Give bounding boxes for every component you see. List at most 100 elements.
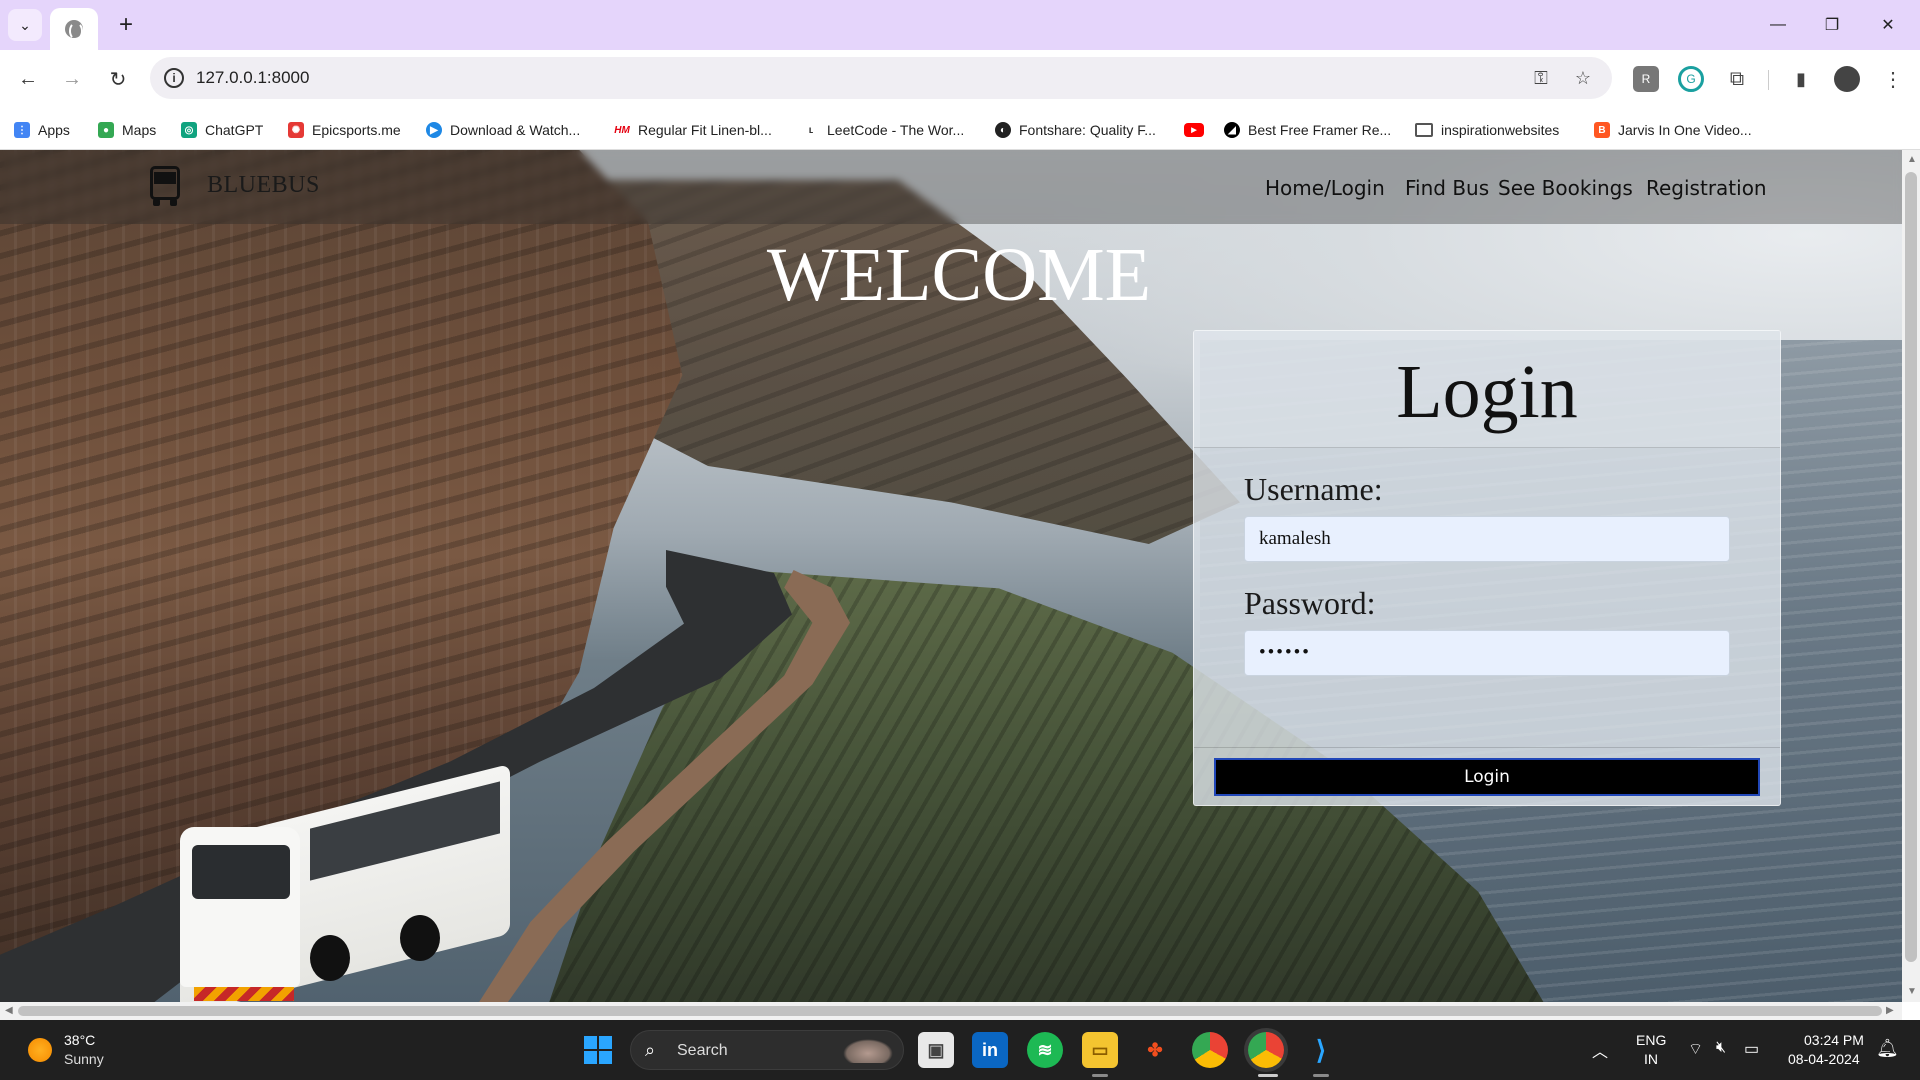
background-bus xyxy=(180,763,520,1002)
bookmark-apps[interactable]: ⋮ Apps xyxy=(14,119,70,141)
task-view-icon[interactable]: ▣ xyxy=(918,1032,954,1068)
horizontal-scroll-thumb[interactable] xyxy=(18,1006,1882,1016)
sun-weather-icon[interactable] xyxy=(28,1038,52,1062)
nav-find-bus[interactable]: Find Bus xyxy=(1405,176,1489,200)
vertical-scrollbar[interactable]: ▲ ▼ xyxy=(1902,150,1920,1002)
speaker-muted-icon[interactable]: 🔇︎ xyxy=(1716,1039,1726,1057)
bookmark-label: Regular Fit Linen-bl... xyxy=(638,122,772,138)
scroll-right-icon[interactable]: ▶ xyxy=(1886,1005,1894,1016)
bookmark-folder-inspiration[interactable]: inspirationwebsites xyxy=(1415,119,1559,141)
bookmark-epicsports[interactable]: ✺ Epicsports.me xyxy=(288,119,401,141)
folder-icon xyxy=(1415,123,1433,137)
page-viewport: BLUEBUS Home/Login Find Bus See Bookings… xyxy=(0,150,1902,1002)
search-highlight-image xyxy=(843,1039,893,1063)
bookmark-label: Best Free Framer Re... xyxy=(1248,122,1392,138)
bookmark-hm[interactable]: HM Regular Fit Linen-bl... xyxy=(614,119,772,141)
address-bar[interactable]: i 127.0.0.1:8000 ⚿ ☆ xyxy=(150,57,1612,99)
apps-grid-icon: ⋮ xyxy=(14,122,30,138)
login-title: Login xyxy=(1396,350,1578,434)
windows-taskbar: 38°C Sunny ⌕ Search ▣ in ≋ ▭ ✤ ⟩ ︿ ENG I… xyxy=(0,1020,1920,1080)
language-top[interactable]: ENG xyxy=(1636,1032,1666,1048)
clock-time[interactable]: 03:24 PM xyxy=(1804,1032,1864,1048)
bookmark-label: Apps xyxy=(38,122,70,138)
linkedin-icon[interactable]: in xyxy=(972,1032,1008,1068)
minimize-icon[interactable]: — xyxy=(1756,8,1800,42)
file-explorer-icon[interactable]: ▭ xyxy=(1082,1032,1118,1068)
running-indicator xyxy=(1313,1074,1329,1077)
password-label: Password: xyxy=(1244,585,1376,621)
address-url[interactable]: 127.0.0.1:8000 xyxy=(196,68,309,88)
vertical-scroll-thumb[interactable] xyxy=(1905,172,1917,962)
login-button[interactable]: Login xyxy=(1214,758,1760,796)
bookmark-chatgpt[interactable]: ◎ ChatGPT xyxy=(181,119,263,141)
figma-icon[interactable]: ✤ xyxy=(1137,1032,1173,1068)
weather-temperature[interactable]: 38°C xyxy=(64,1032,95,1048)
site-header: BLUEBUS Home/Login Find Bus See Bookings… xyxy=(0,150,1902,224)
bookmark-maps[interactable]: ● Maps xyxy=(98,119,156,141)
grammarly-icon[interactable]: G xyxy=(1678,66,1704,92)
bus-logo-icon[interactable] xyxy=(148,166,182,206)
maps-pin-icon: ● xyxy=(98,122,114,138)
bookmark-label: Fontshare: Quality F... xyxy=(1019,122,1156,138)
taskbar-search-label: Search xyxy=(677,1042,728,1059)
bookmark-label: Jarvis In One Video... xyxy=(1618,122,1752,138)
active-indicator xyxy=(1258,1074,1278,1077)
scroll-up-icon[interactable]: ▲ xyxy=(1907,154,1917,165)
bookmark-youtube[interactable]: ▶ xyxy=(1184,119,1204,141)
reload-icon[interactable]: ↻ xyxy=(102,63,134,95)
language-bottom[interactable]: IN xyxy=(1644,1051,1658,1067)
forward-icon[interactable]: → xyxy=(56,63,88,95)
scroll-left-icon[interactable]: ◀ xyxy=(5,1005,13,1016)
login-card: Login Username: kamalesh Password: •••••… xyxy=(1193,330,1781,806)
new-tab-button[interactable]: + xyxy=(110,9,142,41)
menu-kebab-icon[interactable]: ⋮ xyxy=(1880,66,1906,92)
browser-toolbar: ← → ↻ i 127.0.0.1:8000 ⚿ ☆ R G ⧉ ▮ ⋮ xyxy=(0,50,1920,108)
taskbar-search[interactable]: ⌕ Search xyxy=(630,1030,904,1070)
chrome-active-icon[interactable] xyxy=(1248,1032,1284,1068)
password-input[interactable]: •••••• xyxy=(1244,630,1730,676)
bookmark-label: ChatGPT xyxy=(205,122,264,138)
horizontal-scrollbar[interactable]: ◀ ▶ xyxy=(0,1002,1902,1020)
weather-condition[interactable]: Sunny xyxy=(64,1051,104,1067)
nav-see-bookings[interactable]: See Bookings xyxy=(1498,176,1633,200)
notifications-bell-icon[interactable]: 🔔︎ xyxy=(1876,1038,1899,1059)
bookmark-fontshare[interactable]: ◐ Fontshare: Quality F... xyxy=(995,119,1156,141)
tab-search-dropdown-icon[interactable]: ⌄ xyxy=(8,9,42,41)
bookmark-label: inspirationwebsites xyxy=(1441,122,1560,138)
side-panel-icon[interactable]: ▮ xyxy=(1788,66,1814,92)
play-icon: ▶ xyxy=(426,122,442,138)
site-info-icon[interactable]: i xyxy=(164,68,184,88)
vscode-icon[interactable]: ⟩ xyxy=(1303,1032,1339,1068)
clock-date[interactable]: 08-04-2024 xyxy=(1788,1051,1860,1067)
active-tab[interactable] xyxy=(50,8,98,50)
extensions-puzzle-icon[interactable]: ⧉ xyxy=(1724,66,1750,92)
brand-name[interactable]: BLUEBUS xyxy=(207,172,320,199)
restore-icon[interactable]: ❐ xyxy=(1810,8,1854,42)
chrome-icon[interactable] xyxy=(1192,1032,1228,1068)
chatgpt-icon: ◎ xyxy=(181,122,197,138)
bookmark-leetcode[interactable]: ʟ LeetCode - The Wor... xyxy=(803,119,965,141)
bookmark-label: LeetCode - The Wor... xyxy=(827,122,965,138)
nav-registration[interactable]: Registration xyxy=(1646,176,1767,200)
bookmark-framer[interactable]: ◢ Best Free Framer Re... xyxy=(1224,119,1391,141)
wifi-icon[interactable]: ⌔ xyxy=(1688,1039,1703,1059)
close-window-icon[interactable]: ✕ xyxy=(1866,8,1910,42)
back-icon[interactable]: ← xyxy=(12,63,44,95)
nav-home-login[interactable]: Home/Login xyxy=(1265,176,1385,200)
login-card-footer: Login xyxy=(1194,747,1780,807)
username-input[interactable]: kamalesh xyxy=(1244,516,1730,562)
browser-tab-bar: ⌄ + — ❐ ✕ xyxy=(0,0,1920,50)
bookmark-download-watch[interactable]: ▶ Download & Watch... xyxy=(426,119,580,141)
show-hidden-icons-chevron-icon[interactable]: ︿ xyxy=(1592,1038,1608,1062)
spotify-icon[interactable]: ≋ xyxy=(1027,1032,1063,1068)
extension-icon[interactable]: R xyxy=(1633,66,1659,92)
bookmark-star-icon[interactable]: ☆ xyxy=(1570,66,1596,90)
hm-icon: HM xyxy=(614,124,630,136)
profile-avatar[interactable] xyxy=(1834,66,1860,92)
bookmark-jarvis[interactable]: B Jarvis In One Video... xyxy=(1594,119,1752,141)
scroll-down-icon[interactable]: ▼ xyxy=(1907,986,1917,997)
password-key-icon[interactable]: ⚿ xyxy=(1528,66,1554,90)
epicsports-icon: ✺ xyxy=(288,122,304,138)
windows-start-icon[interactable] xyxy=(584,1036,612,1064)
battery-icon[interactable]: ▭ xyxy=(1744,1039,1759,1059)
